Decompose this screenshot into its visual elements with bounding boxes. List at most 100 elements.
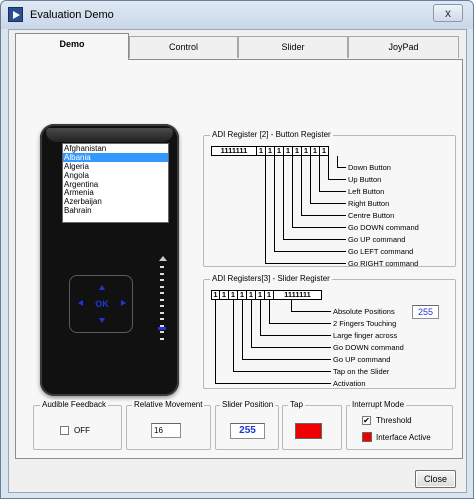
dialog-client-area: Demo Control Slider JoyPad Afghanistan Al… <box>8 29 467 493</box>
slider-position-group: Slider Position 255 <box>215 400 279 450</box>
slider-up-icon <box>159 256 167 261</box>
list-item[interactable]: Albania <box>63 152 168 162</box>
slider-label-large-finger: Large finger across <box>333 331 398 340</box>
country-listbox[interactable]: Afghanistan Albania Algeria Angola Argentina… <box>62 143 169 223</box>
bit-cell: 1 <box>275 146 284 156</box>
bit-leader <box>265 156 346 264</box>
threshold-label: Threshold <box>376 416 412 425</box>
window-close-button[interactable]: x <box>433 4 463 22</box>
threshold-checkbox[interactable]: ✔ <box>362 416 371 425</box>
slider-tick <box>160 292 164 294</box>
slider-label-go-up: Go UP command <box>333 355 391 364</box>
tab-slider[interactable]: Slider <box>238 36 348 58</box>
bit-cell: 1 <box>311 146 320 156</box>
bit-cell: 1 <box>256 290 265 300</box>
button-label-right: Right Button <box>348 199 390 208</box>
button-label-centre: Centre Button <box>348 211 395 220</box>
bit-cell: 1 <box>284 146 293 156</box>
button-label-left: Left Button <box>348 187 385 196</box>
audible-feedback-checkbox[interactable] <box>60 426 69 435</box>
bit-cell: 1 <box>211 290 220 300</box>
tap-indicator <box>295 423 322 439</box>
slider-tick <box>160 298 164 301</box>
list-item[interactable]: Afghanistan <box>63 144 168 153</box>
slider-thumb[interactable] <box>158 326 166 330</box>
slider-tick <box>160 318 164 320</box>
button-label-go-up: Go UP command <box>348 235 406 244</box>
button-label-go-left: Go LEFT command <box>348 247 414 256</box>
slider-label-tap: Tap on the Slider <box>333 367 390 376</box>
slider-tick <box>160 266 164 268</box>
slider-tick <box>160 279 164 281</box>
slider-tick <box>160 305 164 307</box>
bit-cell: 1 <box>247 290 256 300</box>
button-register-group: ADI Register [2] - Button Register 11111… <box>203 130 456 268</box>
tab-joypad[interactable]: JoyPad <box>348 36 459 58</box>
slider-tick <box>160 285 164 288</box>
interrupt-mode-group: Interrupt Mode ✔ Threshold Interface Act… <box>346 400 453 450</box>
slider-tick <box>160 337 164 340</box>
bit-cell: 1 <box>293 146 302 156</box>
dpad-ok-button[interactable]: OK <box>92 295 112 313</box>
list-item[interactable]: Angola <box>63 171 168 180</box>
bit-cell: 1 <box>257 146 266 156</box>
bit-cell: 1 <box>302 146 311 156</box>
close-button[interactable]: Close <box>415 470 456 488</box>
bit-cell: 1111111 <box>274 290 322 300</box>
bit-cell: 1111111 <box>211 146 257 156</box>
bit-cell: 1 <box>265 290 274 300</box>
tab-control[interactable]: Control <box>129 36 238 58</box>
evaluation-demo-window: Evaluation Demo x Demo Control Slider Jo… <box>0 0 474 499</box>
app-icon <box>8 7 23 22</box>
device-image: Afghanistan Albania Algeria Angola Argentina… <box>40 124 179 396</box>
dpad[interactable]: OK <box>69 275 133 333</box>
device-top-sheen <box>46 128 173 142</box>
button-register-bits: 1111111 1 1 1 1 1 1 1 1 <box>211 146 329 156</box>
dpad-right-icon[interactable] <box>121 300 126 306</box>
dpad-left-icon[interactable] <box>78 300 83 306</box>
bit-cell: 1 <box>220 290 229 300</box>
dpad-down-icon[interactable] <box>99 318 105 323</box>
slider-register-title: ADI Registers[3] - Slider Register <box>210 274 332 283</box>
absolute-position-value: 255 <box>412 305 439 319</box>
tab-demo[interactable]: Demo <box>15 33 129 60</box>
slider-label-absolute-positions: Absolute Positions <box>333 307 395 316</box>
button-label-go-right: Go RIGHT command <box>348 259 419 268</box>
bit-cell: 1 <box>229 290 238 300</box>
slider-label-activation: Activation <box>333 379 366 388</box>
bit-cell: 1 <box>266 146 275 156</box>
slider-tick <box>160 311 164 314</box>
bit-cell: 1 <box>320 146 329 156</box>
slider-label-go-down: Go DOWN command <box>333 343 404 352</box>
relative-movement-field[interactable]: 16 <box>151 423 181 438</box>
button-label-go-down: Go DOWN command <box>348 223 419 232</box>
window-title: Evaluation Demo <box>30 9 114 21</box>
relative-movement-group: Relative Movement 16 <box>126 400 211 450</box>
list-item[interactable]: Argentina <box>63 180 168 189</box>
audible-feedback-title: Audible Feedback <box>40 400 109 409</box>
tap-title: Tap <box>288 400 305 409</box>
slider-register-bits: 1 1 1 1 1 1 1 1111111 <box>211 290 322 300</box>
slider-tick <box>160 331 164 333</box>
audible-feedback-label: OFF <box>74 426 90 435</box>
demo-tab-panel: Afghanistan Albania Algeria Angola Argentina… <box>15 59 463 459</box>
device-slider[interactable] <box>156 256 168 351</box>
button-label-down: Down Button <box>348 163 391 172</box>
title-bar[interactable]: Evaluation Demo x <box>1 1 473 29</box>
dpad-up-icon[interactable] <box>99 285 105 290</box>
bit-leader <box>215 300 331 384</box>
interface-active-indicator <box>362 432 372 442</box>
list-item[interactable]: Armenia <box>63 188 168 198</box>
slider-register-group: ADI Registers[3] - Slider Register 1 1 1… <box>203 274 456 389</box>
list-item[interactable]: Azerbaijan <box>63 197 168 206</box>
bit-cell: 1 <box>238 290 247 300</box>
interface-active-label: Interface Active <box>376 433 431 442</box>
slider-tick <box>160 272 164 275</box>
list-item[interactable]: Algeria <box>63 162 168 171</box>
relative-movement-title: Relative Movement <box>132 400 205 409</box>
interrupt-mode-title: Interrupt Mode <box>350 400 407 409</box>
slider-label-two-fingers: 2 Fingers Touching <box>333 319 397 328</box>
button-label-up: Up Button <box>348 175 382 184</box>
list-item[interactable]: Bahrain <box>63 206 168 215</box>
slider-position-title: Slider Position <box>220 400 276 409</box>
